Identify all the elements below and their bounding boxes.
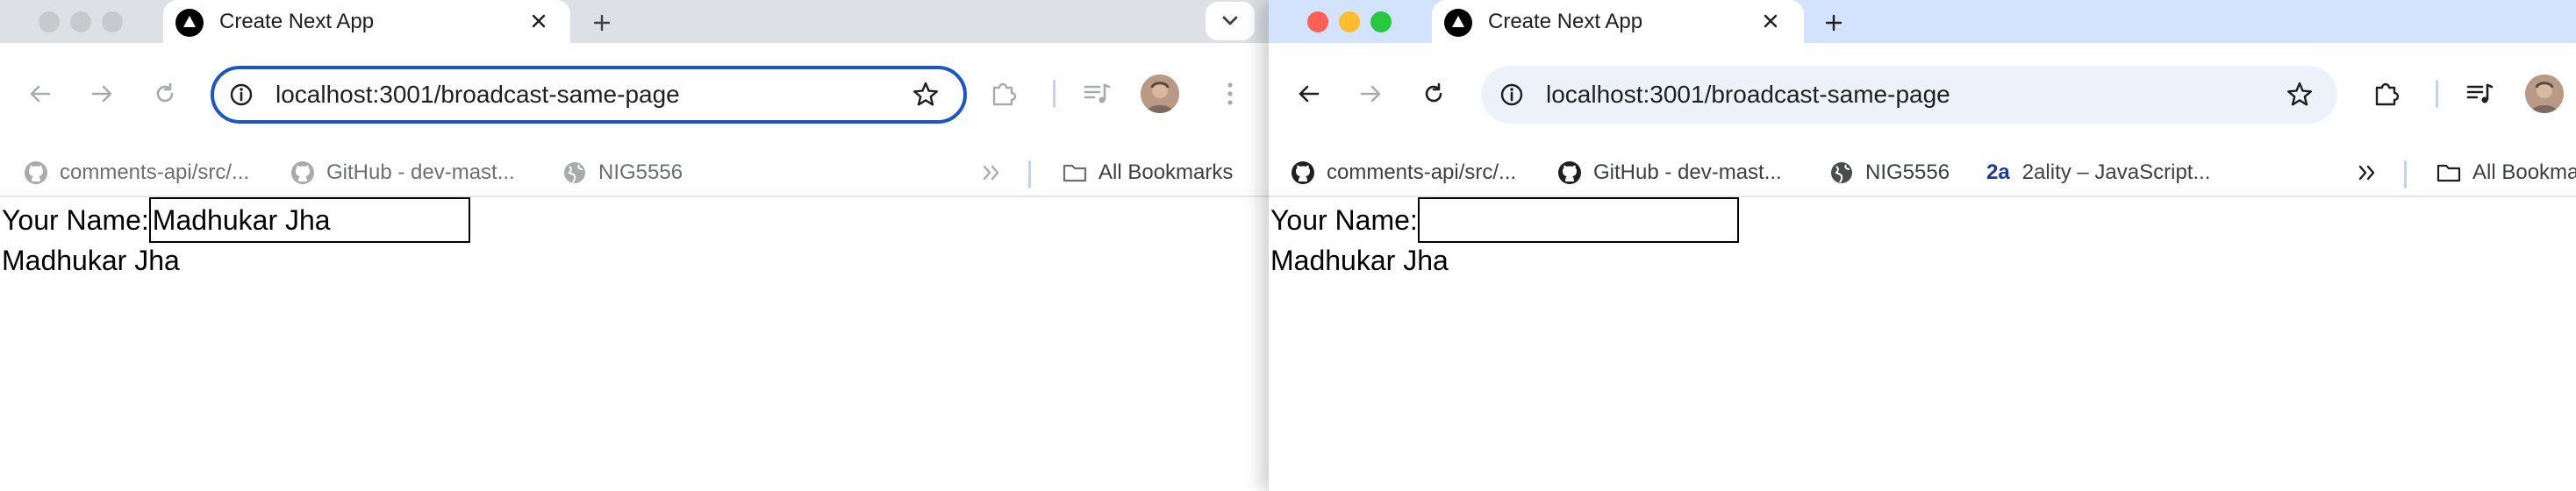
all-bookmarks-button[interactable]: All Bookmarks xyxy=(1062,157,1233,189)
address-bar[interactable]: localhost:3001/broadcast-same-page xyxy=(211,66,967,124)
bookmark-label: 2ality – JavaScript... xyxy=(2021,160,2211,184)
close-window-button[interactable] xyxy=(1307,11,1328,32)
bookmark-label: GitHub - dev-mast... xyxy=(1593,160,1782,184)
url-text[interactable]: localhost:3001/broadcast-same-page xyxy=(1546,81,1950,109)
bookmark-item[interactable]: NIG5556 xyxy=(1828,157,1950,189)
globe-icon xyxy=(564,162,585,183)
reload-icon[interactable] xyxy=(1416,76,1451,111)
name-input[interactable] xyxy=(1417,197,1739,243)
bookmark-item[interactable]: NIG5556 xyxy=(562,157,683,189)
toolbar-divider xyxy=(1053,80,1055,108)
bookmarks-bar: comments-api/src/... GitHub - dev-mast..… xyxy=(0,148,1269,197)
broadcast-name-text: Madhukar Jha xyxy=(1270,245,1449,276)
back-arrow-icon[interactable] xyxy=(23,76,58,111)
profile-avatar[interactable] xyxy=(1141,75,1179,113)
browser-window-right: Create Next App localhost:3001/broadcast… xyxy=(1269,0,2576,491)
globe-icon xyxy=(1831,162,1852,183)
media-controls-icon[interactable] xyxy=(1081,78,1113,110)
nextjs-logo-icon xyxy=(1444,9,1472,37)
2ality-icon: 2a xyxy=(1986,160,2010,184)
name-form-row: Your Name: xyxy=(2,197,470,243)
bookmark-item[interactable]: comments-api/src/... xyxy=(23,157,249,189)
browser-toolbar: localhost:3001/broadcast-same-page xyxy=(0,43,1269,148)
profile-avatar[interactable] xyxy=(2525,75,2564,113)
toolbar-divider xyxy=(2436,80,2438,108)
bookmark-label: comments-api/src/... xyxy=(60,160,250,184)
github-icon xyxy=(291,161,314,184)
name-input[interactable] xyxy=(148,197,470,243)
all-bookmarks-label: All Bookmarks xyxy=(2472,160,2576,184)
close-tab-icon[interactable] xyxy=(525,7,553,35)
bookmarks-divider xyxy=(1028,160,1031,189)
new-tab-plus-icon[interactable] xyxy=(1818,7,1850,39)
name-form-row: Your Name: xyxy=(1270,197,1739,243)
broadcast-name-text: Madhukar Jha xyxy=(2,245,180,276)
site-info-icon[interactable] xyxy=(1499,82,1525,108)
tab-title: Create Next App xyxy=(1488,10,1643,33)
browser-toolbar: localhost:3001/broadcast-same-page xyxy=(1269,43,2576,148)
bookmark-star-icon[interactable] xyxy=(911,80,941,110)
zoom-window-button[interactable] xyxy=(102,11,123,32)
bookmark-item[interactable]: GitHub - dev-mast... xyxy=(290,157,515,189)
page-content: Your Name: Madhukar Jha xyxy=(1269,197,2576,491)
nextjs-logo-icon xyxy=(175,9,204,37)
back-arrow-icon[interactable] xyxy=(1292,76,1327,111)
more-options-kebab-icon[interactable] xyxy=(1214,78,1246,110)
bookmark-item[interactable]: 2a 2ality – JavaScript... xyxy=(1986,157,2210,189)
your-name-label: Your Name: xyxy=(1270,204,1418,236)
minimize-window-button[interactable] xyxy=(1339,11,1360,32)
tab-strip: Create Next App xyxy=(1269,0,2576,53)
close-window-button[interactable] xyxy=(39,11,60,32)
bookmark-label: NIG5556 xyxy=(1865,160,1950,184)
all-bookmarks-button[interactable]: All Bookmarks xyxy=(2436,157,2576,189)
tab-search-chevron-down-icon[interactable] xyxy=(1206,2,1255,40)
extensions-puzzle-icon[interactable] xyxy=(988,78,1020,110)
close-tab-icon[interactable] xyxy=(1757,7,1785,35)
folder-icon xyxy=(1063,164,1087,182)
bookmark-item[interactable]: GitHub - dev-mast... xyxy=(1556,157,1782,189)
tab-strip: Create Next App xyxy=(0,0,1269,53)
bookmarks-divider xyxy=(2404,160,2407,189)
bookmarks-overflow-chevron-icon[interactable] xyxy=(2353,159,2381,187)
reload-icon[interactable] xyxy=(147,76,182,111)
media-controls-icon[interactable] xyxy=(2464,78,2495,110)
zoom-window-button[interactable] xyxy=(1370,11,1392,32)
extensions-puzzle-icon[interactable] xyxy=(2371,78,2402,110)
url-text[interactable]: localhost:3001/broadcast-same-page xyxy=(275,81,680,109)
forward-arrow-icon[interactable] xyxy=(1353,76,1388,111)
bookmarks-overflow-chevron-icon[interactable] xyxy=(977,159,1005,187)
bookmarks-bar: comments-api/src/... GitHub - dev-mast..… xyxy=(1269,148,2576,197)
folder-icon xyxy=(2436,164,2461,182)
bookmark-star-icon[interactable] xyxy=(2285,80,2315,110)
your-name-label: Your Name: xyxy=(2,204,149,236)
page-content: Your Name: Madhukar Jha xyxy=(0,197,1269,491)
bookmark-label: GitHub - dev-mast... xyxy=(326,160,515,184)
github-icon xyxy=(1292,161,1314,184)
site-info-icon[interactable] xyxy=(228,82,254,108)
github-icon xyxy=(25,161,47,184)
tab-title: Create Next App xyxy=(219,10,375,33)
bookmark-label: NIG5556 xyxy=(598,160,683,184)
forward-arrow-icon[interactable] xyxy=(84,76,119,111)
bookmark-label: comments-api/src/... xyxy=(1327,160,1517,184)
new-tab-plus-icon[interactable] xyxy=(586,7,618,39)
browser-window-left: Create Next App localhost:3001/broadcast… xyxy=(0,0,1269,491)
all-bookmarks-label: All Bookmarks xyxy=(1098,160,1234,184)
github-icon xyxy=(1558,161,1581,184)
address-bar[interactable]: localhost:3001/broadcast-same-page xyxy=(1481,66,2337,124)
bookmark-item[interactable]: comments-api/src/... xyxy=(1290,157,1516,189)
minimize-window-button[interactable] xyxy=(70,11,91,32)
